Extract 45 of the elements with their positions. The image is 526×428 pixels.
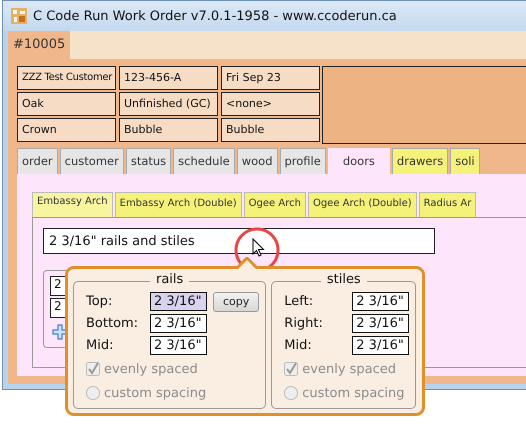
size-field[interactable]: 2 3/16" <box>352 292 410 311</box>
tab[interactable]: doors <box>328 148 390 174</box>
tab[interactable]: schedule <box>173 148 235 174</box>
option-label: evenly spaced <box>104 362 198 376</box>
info-cell: Oak <box>17 92 116 116</box>
door-style-tab[interactable]: Embassy Arch <box>32 192 113 217</box>
info-cell: Bubble <box>119 118 218 142</box>
work-order-tab[interactable]: #10005 <box>8 31 70 59</box>
door-style-tab[interactable]: Radius Ar <box>418 192 476 217</box>
copy-button[interactable]: copy <box>213 292 260 312</box>
size-field[interactable]: 2 3/16" <box>150 292 207 311</box>
tab[interactable]: profile <box>280 148 326 174</box>
option-label: evenly spaced <box>302 362 396 376</box>
field-label: Mid: <box>86 338 114 353</box>
size-field[interactable]: 2 3/16" <box>150 336 207 355</box>
door-style-tab[interactable]: Ogee Arch (Double) <box>308 192 417 217</box>
field-label: Left: <box>284 294 314 309</box>
cursor-icon <box>252 238 265 257</box>
size-field[interactable]: 2 3/16" <box>352 314 410 333</box>
field-label: Top: <box>86 294 114 309</box>
window-title: C Code Run Work Order v7.0.1-1958 - www.ccoderun.ca <box>33 8 397 24</box>
app-icon <box>11 8 27 24</box>
door-style-tab[interactable]: Embassy Arch (Double) <box>114 192 242 217</box>
info-cell: Bubble <box>221 118 320 142</box>
description-field[interactable]: 2 3/16" rails and stiles <box>43 228 435 254</box>
tab[interactable]: status <box>126 148 172 174</box>
info-cell: Fri Sep 23 <box>221 66 320 90</box>
size-field[interactable]: 2 3/16" <box>352 336 410 355</box>
tab[interactable]: customer <box>60 148 124 174</box>
info-cell: Crown <box>17 118 116 142</box>
field-label: Bottom: <box>86 316 140 331</box>
tab[interactable]: soli <box>450 148 480 174</box>
field-label: Mid: <box>284 338 313 353</box>
info-cell: <none> <box>221 92 320 116</box>
tab[interactable]: drawers <box>392 148 448 174</box>
option-label: custom spacing <box>104 386 206 400</box>
tab[interactable]: order <box>17 148 58 174</box>
size-field[interactable]: 2 3/16" <box>150 314 207 333</box>
info-cell: 123-456-A <box>119 66 218 90</box>
tab[interactable]: wood <box>236 148 278 174</box>
info-cell: ZZZ Test Customer <box>17 66 116 90</box>
info-cell: Unfinished (GC) <box>119 92 218 116</box>
door-style-tab[interactable]: Ogee Arch <box>244 192 306 217</box>
option-label: custom spacing <box>302 386 405 400</box>
field-label: Right: <box>284 316 324 331</box>
